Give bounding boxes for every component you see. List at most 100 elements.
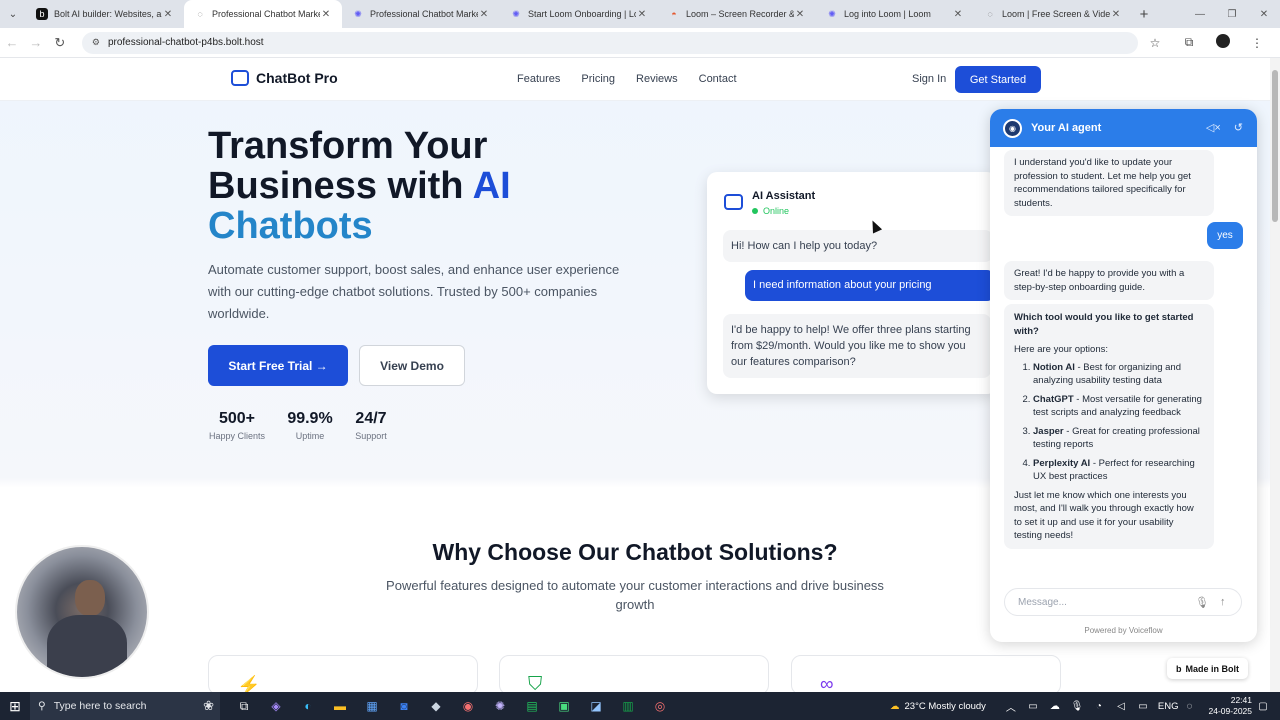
agent-message-options: Which tool would you like to get started… bbox=[1004, 304, 1214, 549]
demo-bot-message: Hi! How can I help you today? bbox=[723, 230, 993, 262]
feature-card: ⛉ bbox=[499, 655, 769, 692]
wifi-icon[interactable]: ◔ bbox=[1088, 701, 1110, 712]
address-bar-row: ← → ↻ ⚙ professional-chatbot-p4bs.bolt.ho… bbox=[0, 28, 1280, 58]
browser-tab-3[interactable]: ✺Professional Chatbot Marketing✕ bbox=[342, 0, 500, 28]
forward-icon[interactable]: → bbox=[24, 35, 48, 50]
mic-icon[interactable]: 🎙 bbox=[1066, 701, 1088, 712]
back-icon[interactable]: ← bbox=[0, 35, 24, 50]
search-icon: ⚲ bbox=[38, 700, 46, 712]
loom-icon: ✺ bbox=[354, 8, 362, 19]
restart-icon[interactable]: ↺ bbox=[1234, 121, 1243, 134]
reload-icon[interactable]: ↻ bbox=[48, 35, 72, 51]
network-icon[interactable]: ◌ bbox=[1179, 701, 1201, 712]
loom-icon: ✺ bbox=[512, 8, 520, 19]
browser-tab-bar: ⌄ bBolt AI builder: Websites, apps✕ ◌Pro… bbox=[0, 0, 1280, 28]
robot-icon bbox=[724, 194, 743, 210]
settings-icon[interactable]: ✺ bbox=[484, 692, 516, 720]
made-in-bolt-badge[interactable]: b Made in Bolt bbox=[1167, 658, 1248, 679]
hero-subtitle: Automate customer support, boost sales, … bbox=[208, 262, 620, 321]
send-arrow-icon[interactable]: ↑ bbox=[1220, 596, 1226, 608]
sheets-icon[interactable]: ▥ bbox=[612, 692, 644, 720]
close-window-icon[interactable]: ✕ bbox=[1248, 0, 1280, 28]
site-info-icon[interactable]: ⚙ bbox=[92, 37, 100, 48]
bookmark-star-icon[interactable]: ☆ bbox=[1138, 36, 1172, 50]
agent-message: I understand you'd like to update your p… bbox=[1004, 150, 1214, 216]
agent-message: Great! I'd be happy to provide you with … bbox=[1004, 261, 1214, 300]
tray-chevron-icon[interactable]: ︿ bbox=[1000, 699, 1022, 714]
webcam-bubble[interactable] bbox=[15, 545, 149, 679]
get-started-button[interactable]: Get Started bbox=[955, 66, 1041, 93]
demo-bot-reply: I'd be happy to help! We offer three pla… bbox=[723, 314, 991, 378]
close-tab-icon[interactable]: ✕ bbox=[320, 9, 332, 20]
site-logo[interactable]: ChatBot Pro bbox=[231, 70, 338, 86]
mute-icon[interactable]: ◁× bbox=[1206, 121, 1221, 134]
shield-icon: ⛉ bbox=[528, 674, 543, 692]
app-icon[interactable]: ◆ bbox=[420, 692, 452, 720]
robot-icon bbox=[231, 70, 249, 86]
nav-features[interactable]: Features bbox=[517, 73, 560, 85]
view-demo-button[interactable]: View Demo bbox=[359, 345, 465, 386]
loom-red-icon: ◓ bbox=[671, 9, 677, 19]
file-explorer-icon[interactable]: ▬ bbox=[324, 692, 356, 720]
close-tab-icon[interactable]: ✕ bbox=[636, 9, 648, 20]
notification-icon[interactable]: ▢ bbox=[1252, 701, 1274, 712]
chrome-profile-icon[interactable]: ◎ bbox=[644, 692, 676, 720]
option-item: Perplexity AI - Perfect for researching … bbox=[1033, 457, 1204, 484]
weather-icon[interactable]: ☁ bbox=[890, 701, 900, 712]
browser-tab-7[interactable]: ◌Loom | Free Screen & Video Re✕ bbox=[974, 0, 1132, 28]
extensions-icon[interactable]: ⧉ bbox=[1172, 35, 1206, 50]
notes-icon[interactable]: ◪ bbox=[580, 692, 612, 720]
close-tab-icon[interactable]: ✕ bbox=[478, 9, 490, 20]
browser-tab-1[interactable]: bBolt AI builder: Websites, apps✕ bbox=[26, 0, 184, 28]
clock[interactable]: 22:41 24-09-2025 bbox=[1209, 695, 1252, 717]
browser-tab-2[interactable]: ◌Professional Chatbot Marketing✕ bbox=[184, 0, 342, 28]
feature-card: ∞ bbox=[791, 655, 1061, 692]
close-tab-icon[interactable]: ✕ bbox=[162, 9, 174, 20]
nav-contact[interactable]: Contact bbox=[699, 73, 737, 85]
browser-tab-5[interactable]: ◓Loom – Screen Recorder & Scr✕ bbox=[658, 0, 816, 28]
agent-logo-icon: ◉ bbox=[1003, 118, 1022, 138]
meet-icon[interactable]: ▭ bbox=[1022, 701, 1044, 712]
taskbar-search[interactable]: ⚲ Type here to search ❀ bbox=[30, 692, 220, 720]
store-icon[interactable]: ▦ bbox=[356, 692, 388, 720]
battery-icon[interactable]: ▭ bbox=[1132, 701, 1154, 712]
agent-header: ◉ Your AI agent ◁× ↺ bbox=[990, 109, 1257, 147]
close-tab-icon[interactable]: ✕ bbox=[952, 9, 964, 20]
excel-icon[interactable]: ▤ bbox=[516, 692, 548, 720]
android-icon[interactable]: ▣ bbox=[548, 692, 580, 720]
ai-agent-widget: ◉ Your AI agent ◁× ↺ I understand you'd … bbox=[990, 109, 1257, 642]
browser-tab-4[interactable]: ✺Start Loom Onboarding | Loom✕ bbox=[500, 0, 658, 28]
windows-start-icon[interactable]: ⊞ bbox=[0, 692, 30, 720]
browser-tab-6[interactable]: ✺ Log into Loom | Loom ✕ bbox=[816, 0, 974, 28]
volume-icon[interactable]: ◁ bbox=[1110, 701, 1132, 712]
microphone-icon[interactable]: 🎙 bbox=[1195, 596, 1209, 609]
restore-icon[interactable]: ❐ bbox=[1216, 0, 1248, 28]
profile-avatar[interactable] bbox=[1206, 34, 1240, 51]
cloud-icon[interactable]: ☁ bbox=[1044, 701, 1066, 712]
tab-search-icon[interactable]: ⌄ bbox=[0, 0, 26, 28]
close-tab-icon[interactable]: ✕ bbox=[794, 9, 806, 20]
nav-pricing[interactable]: Pricing bbox=[581, 73, 615, 85]
url-field[interactable]: ⚙ professional-chatbot-p4bs.bolt.host bbox=[81, 31, 1138, 54]
nav-reviews[interactable]: Reviews bbox=[636, 73, 678, 85]
stat-clients: 500+ Happy Clients bbox=[208, 410, 266, 441]
browser-menu-icon[interactable]: ⋮ bbox=[1240, 36, 1274, 50]
option-item: Notion AI - Best for organizing and anal… bbox=[1033, 361, 1204, 388]
chrome-icon[interactable]: ◉ bbox=[452, 692, 484, 720]
minimize-icon[interactable]: — bbox=[1184, 0, 1216, 28]
start-free-trial-button[interactable]: Start Free Trial → bbox=[208, 345, 348, 386]
bolt-icon: b bbox=[1176, 663, 1182, 674]
agent-message-input[interactable]: Message... 🎙 ↑ bbox=[1004, 588, 1242, 616]
page-scrollbar[interactable] bbox=[1270, 58, 1280, 692]
search-highlight-icon: ❀ bbox=[203, 698, 214, 713]
task-view-icon[interactable]: ⧉ bbox=[228, 692, 260, 720]
close-tab-icon[interactable]: ✕ bbox=[1110, 9, 1122, 20]
sign-in-link[interactable]: Sign In bbox=[912, 73, 946, 85]
site-nav: Features Pricing Reviews Contact bbox=[517, 73, 758, 85]
loom-icon: ✺ bbox=[828, 8, 836, 19]
copilot-icon[interactable]: ◈ bbox=[260, 692, 292, 720]
page-icon: ◌ bbox=[197, 9, 203, 19]
outlook-icon[interactable]: ◙ bbox=[388, 692, 420, 720]
edge-icon[interactable]: ◐ bbox=[292, 692, 324, 720]
new-tab-button[interactable]: + bbox=[1132, 6, 1156, 23]
